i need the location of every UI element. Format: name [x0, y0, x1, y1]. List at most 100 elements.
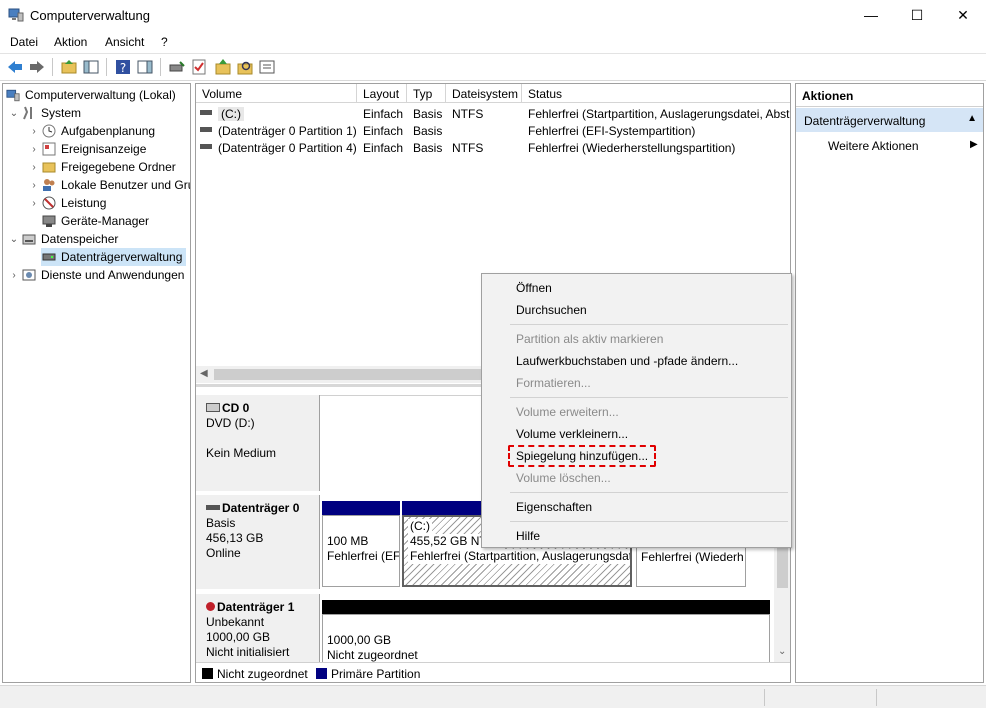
- shared-folder-icon: [41, 159, 57, 175]
- forward-arrow-icon[interactable]: [28, 58, 46, 76]
- menu-item-explore[interactable]: Durchsuchen: [516, 303, 587, 317]
- tree-item-dienste[interactable]: › Dienste und Anwendungen: [7, 266, 184, 284]
- window-title: Computerverwaltung: [30, 8, 150, 23]
- tree-item-lokale-benutzer[interactable]: › Lokale Benutzer und Gruppen: [27, 176, 190, 194]
- users-icon: [41, 177, 57, 193]
- chevron-right-icon: ▶: [970, 139, 978, 150]
- disk-error-icon: [206, 602, 215, 611]
- properties-list-icon[interactable]: [258, 58, 276, 76]
- table-row[interactable]: (Datenträger 0 Partition 1) Einfach Basi…: [196, 122, 790, 139]
- scroll-thumb[interactable]: [214, 369, 484, 380]
- menu-ansicht[interactable]: Ansicht: [105, 35, 144, 49]
- menu-help[interactable]: ?: [161, 35, 168, 49]
- menu-item-delete-volume: Volume löschen...: [516, 471, 611, 485]
- col-header-typ[interactable]: Typ: [407, 84, 446, 103]
- up-folder-icon[interactable]: [60, 58, 78, 76]
- title-bar: Computerverwaltung — ☐ ✕: [0, 0, 986, 32]
- legend-primary: Primäre Partition: [331, 667, 421, 681]
- toolbar: ?: [0, 53, 986, 81]
- minimize-button[interactable]: —: [848, 0, 894, 30]
- legend: Nicht zugeordnet Primäre Partition: [196, 662, 790, 682]
- menu-item-add-mirror[interactable]: Spiegelung hinzufügen...: [516, 449, 648, 463]
- table-row[interactable]: (C:) Einfach Basis NTFS Fehlerfrei (Star…: [196, 105, 790, 122]
- menu-aktion[interactable]: Aktion: [54, 35, 87, 49]
- chevron-right-icon[interactable]: ›: [7, 270, 21, 281]
- folder-up-arrow-icon[interactable]: [214, 58, 232, 76]
- tree-item-datentraegerverwaltung[interactable]: Datenträgerverwaltung: [41, 248, 187, 266]
- volume-icon: [200, 127, 212, 132]
- svg-text:?: ?: [120, 61, 126, 75]
- close-icon: ✕: [957, 6, 969, 23]
- event-viewer-icon: [41, 141, 57, 157]
- scroll-left-icon[interactable]: ◀: [200, 368, 208, 379]
- tree-item-aufgabenplanung[interactable]: › Aufgabenplanung: [27, 122, 155, 140]
- navigation-tree: Computerverwaltung (Lokal) ⌄ System › Au…: [2, 83, 191, 683]
- disk-management-icon: [41, 249, 57, 265]
- cd-drive-icon: [206, 403, 220, 412]
- computer-management-icon: [5, 87, 21, 103]
- tree-item-root[interactable]: Computerverwaltung (Lokal): [5, 86, 176, 104]
- tree-item-leistung[interactable]: › Leistung: [27, 194, 106, 212]
- legend-unallocated: Nicht zugeordnet: [217, 667, 308, 681]
- unallocated-bar: [322, 600, 770, 614]
- menu-item-format: Formatieren...: [516, 376, 591, 390]
- legend-swatch-primary: [316, 668, 327, 679]
- disk-icon: [206, 505, 220, 510]
- checklist-icon[interactable]: [190, 58, 208, 76]
- back-arrow-icon[interactable]: [6, 58, 24, 76]
- chevron-right-icon[interactable]: ›: [27, 162, 41, 173]
- status-bar: [0, 685, 986, 708]
- menu-item-change-drive-letter[interactable]: Laufwerkbuchstaben und -pfade ändern...: [516, 354, 738, 368]
- device-manager-icon: [41, 213, 57, 229]
- chevron-right-icon[interactable]: ›: [27, 198, 41, 209]
- table-row[interactable]: (Datenträger 0 Partition 4) Einfach Basi…: [196, 139, 790, 156]
- computer-management-icon: [8, 8, 24, 22]
- tree-item-freigegebene-ordner[interactable]: › Freigegebene Ordner: [27, 158, 175, 176]
- partition-efi[interactable]: 100 MB Fehlerfrei (EFI: [322, 515, 400, 587]
- chevron-right-icon[interactable]: ›: [27, 126, 41, 137]
- col-header-volume[interactable]: Volume: [196, 84, 357, 103]
- menu-item-open[interactable]: Öffnen: [516, 281, 552, 295]
- chevron-right-icon[interactable]: ›: [27, 180, 41, 191]
- actions-selected-group[interactable]: Datenträgerverwaltung ▲: [796, 108, 983, 132]
- scroll-down-icon[interactable]: ⌄: [778, 646, 786, 657]
- disk-label-disk0[interactable]: Datenträger 0 Basis 456,13 GB Online: [196, 495, 320, 589]
- chevron-down-icon[interactable]: ⌄: [7, 108, 21, 119]
- col-header-status[interactable]: Status: [522, 84, 790, 103]
- minimize-icon: —: [864, 7, 878, 23]
- help-icon[interactable]: ?: [114, 58, 132, 76]
- storage-icon: [21, 231, 37, 247]
- menu-item-mark-active: Partition als aktiv markieren: [516, 332, 664, 346]
- tree-item-datenspeicher[interactable]: ⌄ Datenspeicher: [7, 230, 119, 248]
- clock-icon: [41, 123, 57, 139]
- menu-datei[interactable]: Datei: [10, 35, 38, 49]
- collapse-up-icon[interactable]: ▲: [967, 113, 977, 124]
- tree-item-system[interactable]: ⌄ System: [7, 104, 81, 122]
- menu-item-help[interactable]: Hilfe: [516, 529, 540, 543]
- chevron-down-icon[interactable]: ⌄: [7, 234, 21, 245]
- close-button[interactable]: ✕: [940, 0, 986, 30]
- performance-icon: [41, 195, 57, 211]
- partition-unallocated[interactable]: 1000,00 GB Nicht zugeordnet: [322, 614, 770, 664]
- connect-drive-icon[interactable]: [168, 58, 186, 76]
- disk-label-cd0[interactable]: CD 0 DVD (D:) Kein Medium: [196, 395, 320, 491]
- more-actions-link[interactable]: Weitere Aktionen: [828, 139, 919, 153]
- chevron-right-icon[interactable]: ›: [27, 144, 41, 155]
- maximize-button[interactable]: ☐: [894, 0, 940, 30]
- legend-swatch-unallocated: [202, 668, 213, 679]
- context-menu: Öffnen Durchsuchen Partition als aktiv m…: [481, 273, 792, 548]
- col-header-layout[interactable]: Layout: [357, 84, 407, 103]
- tree-item-geraete-manager[interactable]: Geräte-Manager: [41, 212, 149, 230]
- menu-item-properties[interactable]: Eigenschaften: [516, 500, 592, 514]
- show-hide-tree-icon[interactable]: [82, 58, 100, 76]
- actions-header: Aktionen: [796, 84, 983, 107]
- tree-item-ereignisanzeige[interactable]: › Ereignisanzeige: [27, 140, 146, 158]
- menu-item-shrink-volume[interactable]: Volume verkleinern...: [516, 427, 628, 441]
- show-hide-action-icon[interactable]: [136, 58, 154, 76]
- search-folder-icon[interactable]: [236, 58, 254, 76]
- volume-icon: [200, 144, 212, 149]
- actions-pane: Aktionen Datenträgerverwaltung ▲ Weitere…: [795, 83, 984, 683]
- partition-bar: [322, 501, 400, 515]
- services-icon: [21, 267, 37, 283]
- col-header-dateisystem[interactable]: Dateisystem: [446, 84, 522, 103]
